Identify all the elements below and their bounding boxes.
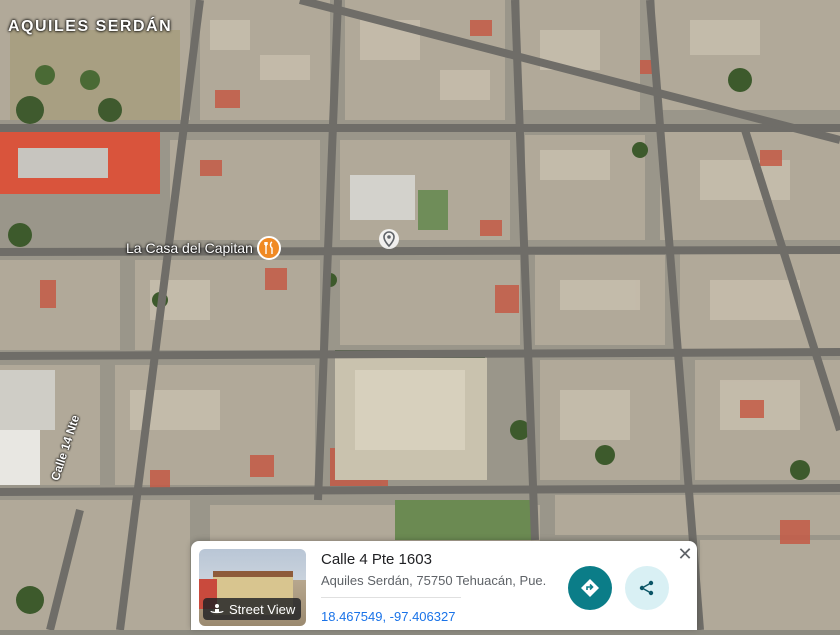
location-pin-icon[interactable] (379, 229, 399, 249)
street-view-label: Street View (229, 601, 296, 617)
close-button[interactable]: ✕ (674, 543, 696, 565)
place-title: Calle 4 Pte 1603 (321, 551, 432, 568)
share-icon (639, 580, 654, 596)
directions-icon (581, 579, 599, 597)
street-view-thumbnail[interactable]: Street View (199, 549, 306, 626)
divider (321, 597, 461, 598)
restaurant-icon[interactable] (256, 236, 281, 260)
street-view-icon (210, 604, 224, 614)
street-view-button[interactable]: Street View (203, 598, 302, 620)
satellite-imagery (0, 0, 840, 631)
place-address: Aquiles Serdán, 75750 Tehuacán, Pue. (321, 573, 547, 588)
place-coordinates[interactable]: 18.467549, -97.406327 (321, 609, 455, 624)
place-info-card: Street View Calle 4 Pte 1603 Aquiles Ser… (191, 541, 697, 630)
close-icon: ✕ (677, 543, 693, 564)
share-button[interactable] (625, 566, 669, 610)
district-label: AQUILES SERDÁN (8, 18, 173, 35)
poi-la-casa-del-capitan[interactable]: La Casa del Capitan (126, 236, 281, 260)
directions-button[interactable] (568, 566, 612, 610)
poi-label: La Casa del Capitan (126, 240, 253, 256)
satellite-map[interactable] (0, 0, 840, 631)
